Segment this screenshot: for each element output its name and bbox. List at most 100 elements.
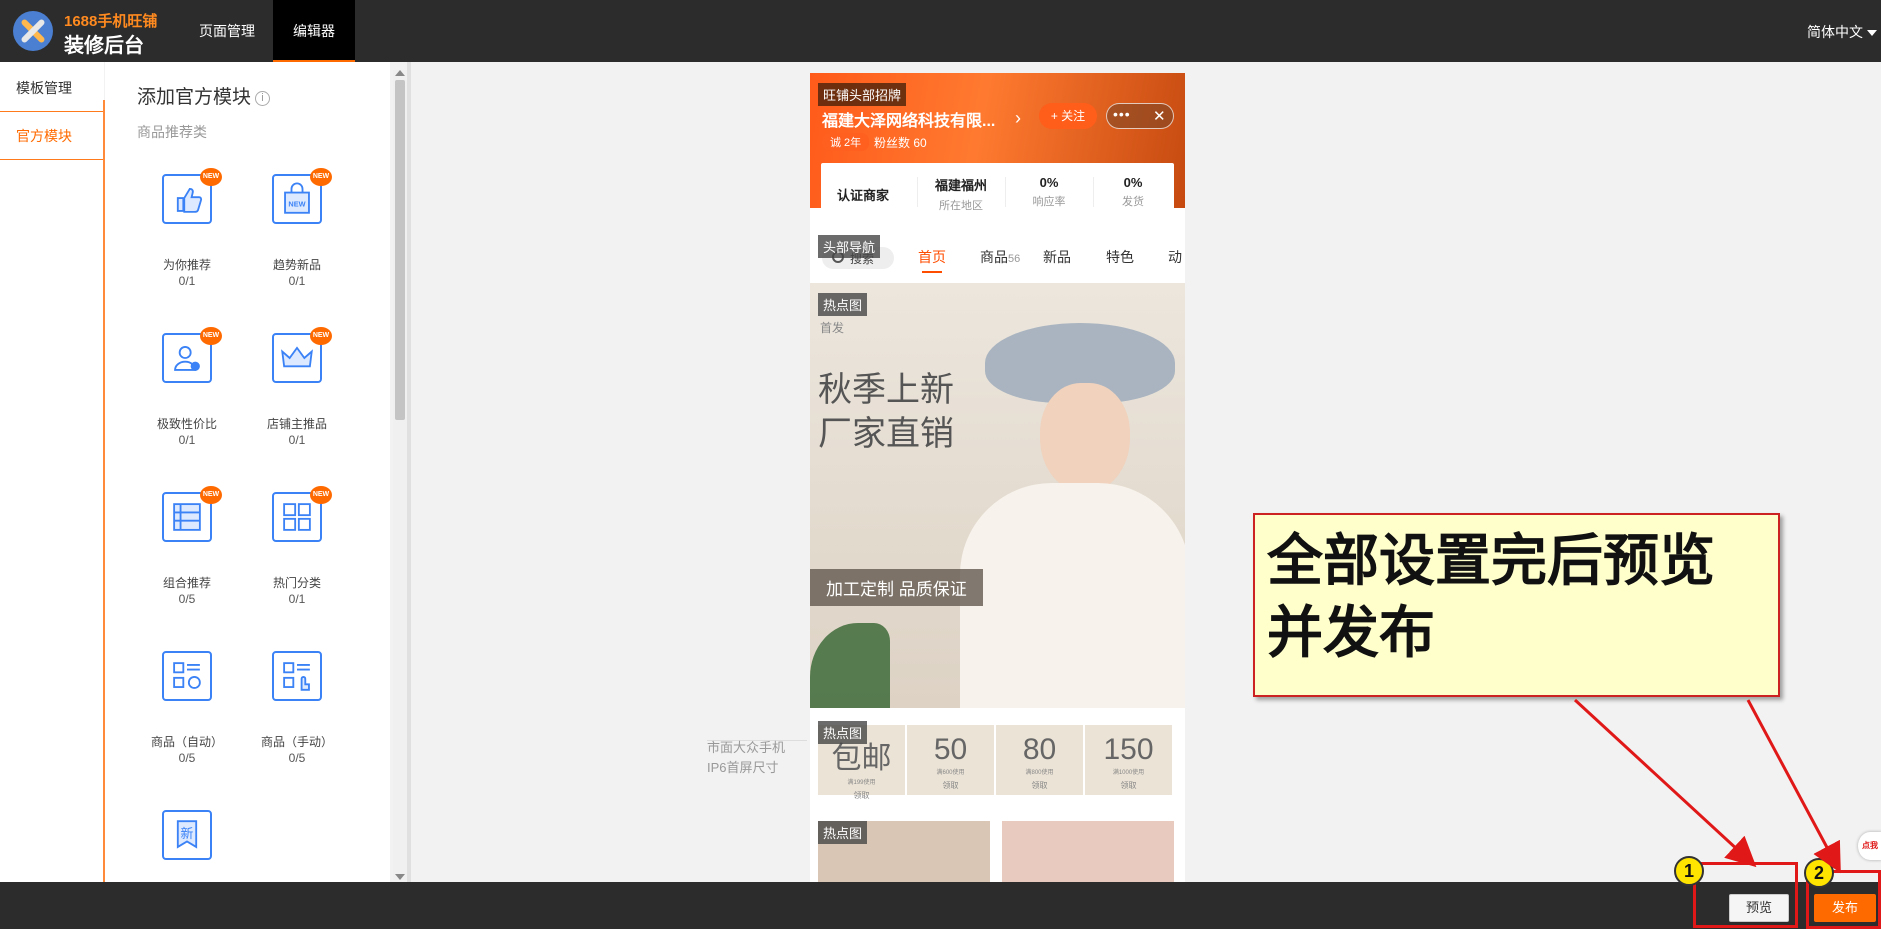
hotspot-tag: 热点图: [818, 821, 868, 844]
nav-tab-products[interactable]: 商品56: [980, 247, 1020, 267]
panel-title-text: 添加官方模块: [137, 87, 252, 108]
nav-tab-dynamic[interactable]: 动: [1168, 247, 1182, 267]
module-name: 为你推荐: [162, 258, 211, 272]
product-image[interactable]: [1002, 821, 1174, 882]
scrollbar-thumb[interactable]: [395, 80, 405, 420]
hint-bubble[interactable]: 点我: [1858, 832, 1881, 860]
step-badge-1: 1: [1674, 856, 1704, 886]
language-label: 简体中文: [1807, 24, 1863, 40]
coupon-amount: 50: [933, 733, 968, 766]
scroll-down-arrow-icon[interactable]: [395, 874, 405, 880]
coupon-80[interactable]: 80 满800使用 领取: [996, 725, 1083, 795]
product-hotspot[interactable]: 热点图: [810, 813, 1185, 882]
nav-tab-featured[interactable]: 特色: [1106, 247, 1134, 267]
chevron-down-icon: [1867, 30, 1877, 37]
stat-value: 0%: [1123, 175, 1143, 190]
hero-line-1: 秋季上新: [818, 371, 954, 409]
nav-tab-new[interactable]: 新品: [1043, 247, 1071, 267]
new-badge: NEW: [200, 168, 222, 186]
new-badge: NEW: [310, 486, 332, 504]
module-trend-new[interactable]: NEW NEW 趋势新品 0/1: [242, 168, 352, 314]
tab-page-management[interactable]: 页面管理: [181, 0, 273, 62]
banner-module-tag: 旺铺头部招牌: [818, 83, 907, 106]
category-label: 商品推荐类: [137, 124, 207, 140]
info-icon[interactable]: i: [255, 91, 271, 106]
tools-logo-icon: [13, 11, 53, 51]
new-badge: NEW: [310, 168, 332, 186]
module-hot-category[interactable]: NEW 热门分类 0/1: [242, 486, 352, 632]
nav-tab-home[interactable]: 首页: [918, 247, 946, 273]
module-new-ribbon[interactable]: 新: [132, 810, 242, 870]
auto-list-icon: [162, 651, 212, 701]
module-name: 极致性价比: [156, 417, 217, 431]
stat-value: 0%: [1039, 175, 1059, 190]
left-menu: 模板管理 官方模块: [0, 62, 104, 882]
coupon-amount: 150: [1103, 733, 1154, 766]
module-for-you[interactable]: NEW 为你推荐 0/1: [132, 168, 242, 314]
close-icon[interactable]: ✕: [1153, 107, 1166, 125]
coupon-hotspot[interactable]: 包邮 满199使用 领取 50 满600使用 领取 80 满800使用 领取 1…: [810, 713, 1185, 808]
coupon-condition: 满1000使用: [1112, 770, 1145, 776]
mini-program-capsule[interactable]: ••• ✕: [1106, 103, 1174, 129]
module-name: 商品（手动）: [260, 735, 333, 749]
module-name: 组合推荐: [162, 576, 211, 590]
size-note-line-1: 市面大众手机: [707, 740, 786, 755]
hero-headline: 秋季上新 厂家直销: [818, 368, 954, 456]
module-count: 0/5: [178, 592, 196, 606]
module-name: 店铺主推品: [266, 417, 327, 431]
brand-subtitle: 1688手机旺铺: [64, 13, 158, 30]
stat-label: 发货: [1122, 196, 1144, 208]
module-name: 趋势新品: [272, 258, 321, 272]
nav-module-tag: 头部导航: [818, 235, 881, 258]
follow-button[interactable]: + 关注: [1039, 103, 1097, 129]
hotspot-tag: 热点图: [818, 293, 868, 316]
bottom-bar: [0, 882, 1881, 929]
chevron-right-icon: ›: [1015, 108, 1021, 128]
stat-label: 所在地区: [939, 200, 983, 212]
nav-tab-label: 商品: [980, 249, 1008, 265]
stat-response-rate: 0% 响应率: [1009, 175, 1089, 209]
scroll-up-arrow-icon[interactable]: [395, 70, 405, 76]
highlight-box-preview: [1693, 862, 1798, 928]
panel-scrollbar[interactable]: [393, 70, 407, 880]
hero-hotspot-image[interactable]: 热点图 首发 秋季上新 厂家直销 加工定制 品质保证: [810, 283, 1185, 708]
arrow-to-publish: [1746, 699, 1841, 874]
stat-shipping: 0% 发货: [1093, 175, 1173, 209]
more-icon[interactable]: •••: [1113, 106, 1131, 122]
arrow-to-preview: [1573, 698, 1757, 868]
phone-preview: 旺铺头部招牌 福建大泽网络科技有限... › + 关注 ••• ✕ 诚 2年 粉…: [810, 73, 1185, 882]
coupon-condition: 满800使用: [1025, 770, 1054, 776]
menu-item-template-management[interactable]: 模板管理: [0, 64, 104, 112]
manual-list-icon: [272, 651, 322, 701]
blouse-shape: [960, 483, 1185, 708]
stat-label: 响应率: [1032, 196, 1066, 208]
module-products-manual[interactable]: 商品（手动） 0/5: [242, 651, 352, 791]
module-shop-featured[interactable]: NEW 店铺主推品 0/1: [242, 327, 352, 473]
face-shape: [1040, 383, 1130, 493]
new-ribbon-icon: 新: [162, 810, 212, 860]
new-ribbon-glyph: 新: [181, 826, 194, 842]
tab-editor[interactable]: 编辑器: [273, 0, 355, 62]
stat-region: 福建福州 所在地区: [921, 175, 1001, 213]
coupon-condition: 满600使用: [936, 770, 965, 776]
menu-item-official-modules[interactable]: 官方模块: [0, 112, 104, 160]
module-products-auto[interactable]: 商品（自动） 0/5: [132, 651, 242, 791]
plant-shape: [810, 623, 890, 708]
nav-tab-count: 56: [1008, 253, 1021, 265]
svg-text:NEW: NEW: [288, 199, 305, 208]
module-count: 0/1: [178, 274, 196, 288]
module-combo[interactable]: NEW 组合推荐 0/5: [132, 486, 242, 632]
hero-subtitle: 首发: [820, 321, 845, 335]
coupon-50[interactable]: 50 满600使用 领取: [907, 725, 994, 795]
coupon-150[interactable]: 150 满1000使用 领取: [1085, 725, 1172, 795]
nav-tab-label: 动: [1168, 249, 1182, 265]
module-count: 0/1: [288, 274, 306, 288]
panel-edge: [407, 62, 411, 882]
module-best-value[interactable]: NEW 极致性价比 0/1: [132, 327, 242, 473]
language-selector[interactable]: 简体中文: [1807, 22, 1877, 42]
module-count: 0/1: [288, 433, 306, 447]
module-panel: 添加官方模块 i 商品推荐类 NEW 为你推荐 0/1 NEW NEW 趋势新品 …: [105, 62, 390, 882]
new-badge: NEW: [310, 327, 332, 345]
coupon-condition: 满199使用: [847, 780, 876, 786]
size-note-line-2: IP6首屏尺寸: [707, 760, 779, 775]
